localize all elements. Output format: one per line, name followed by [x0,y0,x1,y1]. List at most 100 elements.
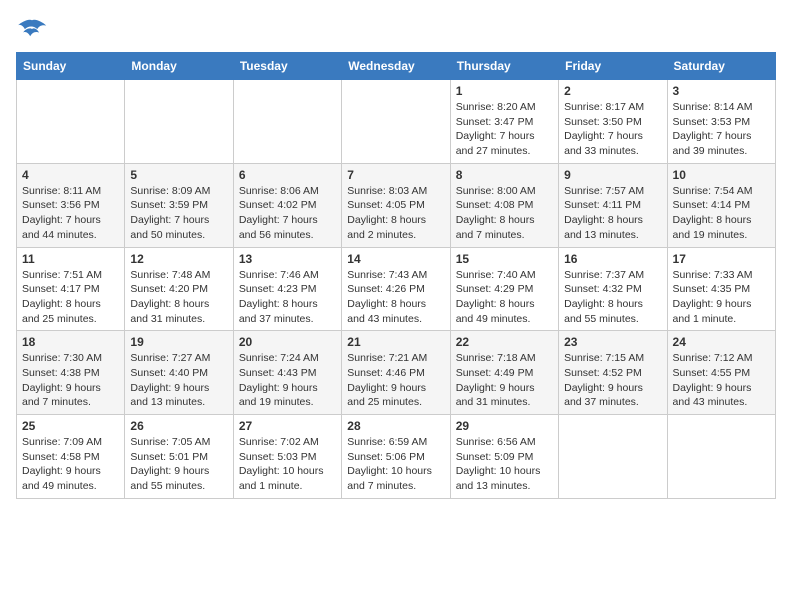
day-number: 10 [673,168,770,182]
day-number: 26 [130,419,227,433]
page-header [16,16,776,44]
calendar-cell: 23 Sunrise: 7:15 AM Sunset: 4:52 PM Dayli… [559,331,667,415]
day-info: Sunrise: 7:51 AM Sunset: 4:17 PM Dayligh… [22,268,119,327]
day-info: Sunrise: 7:30 AM Sunset: 4:38 PM Dayligh… [22,351,119,410]
day-info: Sunrise: 8:00 AM Sunset: 4:08 PM Dayligh… [456,184,553,243]
calendar-cell: 14 Sunrise: 7:43 AM Sunset: 4:26 PM Dayli… [342,247,450,331]
day-number: 4 [22,168,119,182]
calendar-cell: 10 Sunrise: 7:54 AM Sunset: 4:14 PM Dayli… [667,163,775,247]
calendar-week-row: 11 Sunrise: 7:51 AM Sunset: 4:17 PM Dayli… [17,247,776,331]
day-info: Sunrise: 7:48 AM Sunset: 4:20 PM Dayligh… [130,268,227,327]
day-info: Sunrise: 7:15 AM Sunset: 4:52 PM Dayligh… [564,351,661,410]
day-info: Sunrise: 7:46 AM Sunset: 4:23 PM Dayligh… [239,268,336,327]
weekday-header-wednesday: Wednesday [342,53,450,80]
calendar-cell: 2 Sunrise: 8:17 AM Sunset: 3:50 PM Daylig… [559,80,667,164]
calendar-week-row: 1 Sunrise: 8:20 AM Sunset: 3:47 PM Daylig… [17,80,776,164]
calendar-cell: 3 Sunrise: 8:14 AM Sunset: 3:53 PM Daylig… [667,80,775,164]
calendar-cell: 13 Sunrise: 7:46 AM Sunset: 4:23 PM Dayli… [233,247,341,331]
day-number: 28 [347,419,444,433]
calendar-cell: 4 Sunrise: 8:11 AM Sunset: 3:56 PM Daylig… [17,163,125,247]
day-number: 2 [564,84,661,98]
calendar-week-row: 4 Sunrise: 8:11 AM Sunset: 3:56 PM Daylig… [17,163,776,247]
weekday-header-saturday: Saturday [667,53,775,80]
weekday-header-monday: Monday [125,53,233,80]
weekday-header-tuesday: Tuesday [233,53,341,80]
day-info: Sunrise: 8:06 AM Sunset: 4:02 PM Dayligh… [239,184,336,243]
calendar-cell: 11 Sunrise: 7:51 AM Sunset: 4:17 PM Dayli… [17,247,125,331]
day-number: 1 [456,84,553,98]
day-info: Sunrise: 7:40 AM Sunset: 4:29 PM Dayligh… [456,268,553,327]
day-number: 15 [456,252,553,266]
day-number: 6 [239,168,336,182]
day-info: Sunrise: 8:11 AM Sunset: 3:56 PM Dayligh… [22,184,119,243]
day-number: 20 [239,335,336,349]
day-info: Sunrise: 7:21 AM Sunset: 4:46 PM Dayligh… [347,351,444,410]
day-info: Sunrise: 7:43 AM Sunset: 4:26 PM Dayligh… [347,268,444,327]
calendar-cell [233,80,341,164]
day-info: Sunrise: 7:02 AM Sunset: 5:03 PM Dayligh… [239,435,336,494]
calendar-cell: 22 Sunrise: 7:18 AM Sunset: 4:49 PM Dayli… [450,331,558,415]
day-number: 13 [239,252,336,266]
day-info: Sunrise: 8:17 AM Sunset: 3:50 PM Dayligh… [564,100,661,159]
day-number: 17 [673,252,770,266]
day-number: 18 [22,335,119,349]
calendar-week-row: 18 Sunrise: 7:30 AM Sunset: 4:38 PM Dayli… [17,331,776,415]
day-number: 12 [130,252,227,266]
calendar-cell: 27 Sunrise: 7:02 AM Sunset: 5:03 PM Dayli… [233,415,341,499]
calendar-cell: 26 Sunrise: 7:05 AM Sunset: 5:01 PM Dayli… [125,415,233,499]
day-info: Sunrise: 8:20 AM Sunset: 3:47 PM Dayligh… [456,100,553,159]
calendar-table: SundayMondayTuesdayWednesdayThursdayFrid… [16,52,776,499]
calendar-cell [342,80,450,164]
calendar-cell: 9Sunrise: 7:57 AM Sunset: 4:11 PM Daylig… [559,163,667,247]
day-info: Sunrise: 7:24 AM Sunset: 4:43 PM Dayligh… [239,351,336,410]
day-info: Sunrise: 7:18 AM Sunset: 4:49 PM Dayligh… [456,351,553,410]
day-info: Sunrise: 6:56 AM Sunset: 5:09 PM Dayligh… [456,435,553,494]
calendar-cell: 20 Sunrise: 7:24 AM Sunset: 4:43 PM Dayli… [233,331,341,415]
day-number: 16 [564,252,661,266]
day-info: Sunrise: 8:09 AM Sunset: 3:59 PM Dayligh… [130,184,227,243]
day-number: 9 [564,168,661,182]
day-info: Sunrise: 7:54 AM Sunset: 4:14 PM Dayligh… [673,184,770,243]
day-number: 23 [564,335,661,349]
calendar-cell: 18 Sunrise: 7:30 AM Sunset: 4:38 PM Dayli… [17,331,125,415]
weekday-header-friday: Friday [559,53,667,80]
day-info: Sunrise: 7:09 AM Sunset: 4:58 PM Dayligh… [22,435,119,494]
calendar-cell: 29 Sunrise: 6:56 AM Sunset: 5:09 PM Dayli… [450,415,558,499]
day-number: 27 [239,419,336,433]
day-number: 8 [456,168,553,182]
day-number: 3 [673,84,770,98]
calendar-cell: 19Sunrise: 7:27 AM Sunset: 4:40 PM Dayli… [125,331,233,415]
logo-icon [16,16,48,44]
day-info: Sunrise: 7:05 AM Sunset: 5:01 PM Dayligh… [130,435,227,494]
calendar-cell: 5 Sunrise: 8:09 AM Sunset: 3:59 PM Daylig… [125,163,233,247]
day-number: 5 [130,168,227,182]
day-number: 29 [456,419,553,433]
calendar-cell: 6 Sunrise: 8:06 AM Sunset: 4:02 PM Daylig… [233,163,341,247]
calendar-cell: 21 Sunrise: 7:21 AM Sunset: 4:46 PM Dayli… [342,331,450,415]
day-info: Sunrise: 8:14 AM Sunset: 3:53 PM Dayligh… [673,100,770,159]
day-info: Sunrise: 8:03 AM Sunset: 4:05 PM Dayligh… [347,184,444,243]
day-info: Sunrise: 7:12 AM Sunset: 4:55 PM Dayligh… [673,351,770,410]
weekday-header-sunday: Sunday [17,53,125,80]
calendar-cell [17,80,125,164]
day-number: 11 [22,252,119,266]
calendar-cell: 8 Sunrise: 8:00 AM Sunset: 4:08 PM Daylig… [450,163,558,247]
calendar-cell: 7Sunrise: 8:03 AM Sunset: 4:05 PM Daylig… [342,163,450,247]
day-info: Sunrise: 6:59 AM Sunset: 5:06 PM Dayligh… [347,435,444,494]
calendar-cell: 28 Sunrise: 6:59 AM Sunset: 5:06 PM Dayli… [342,415,450,499]
calendar-cell: 15 Sunrise: 7:40 AM Sunset: 4:29 PM Dayli… [450,247,558,331]
day-number: 21 [347,335,444,349]
calendar-cell: 1 Sunrise: 8:20 AM Sunset: 3:47 PM Daylig… [450,80,558,164]
weekday-header-thursday: Thursday [450,53,558,80]
weekday-header-row: SundayMondayTuesdayWednesdayThursdayFrid… [17,53,776,80]
day-number: 25 [22,419,119,433]
day-info: Sunrise: 7:33 AM Sunset: 4:35 PM Dayligh… [673,268,770,327]
day-number: 22 [456,335,553,349]
calendar-cell: 17 Sunrise: 7:33 AM Sunset: 4:35 PM Dayli… [667,247,775,331]
logo [16,16,52,44]
calendar-week-row: 25 Sunrise: 7:09 AM Sunset: 4:58 PM Dayli… [17,415,776,499]
calendar-cell [125,80,233,164]
day-number: 14 [347,252,444,266]
calendar-cell: 24Sunrise: 7:12 AM Sunset: 4:55 PM Dayli… [667,331,775,415]
calendar-cell: 25 Sunrise: 7:09 AM Sunset: 4:58 PM Dayli… [17,415,125,499]
